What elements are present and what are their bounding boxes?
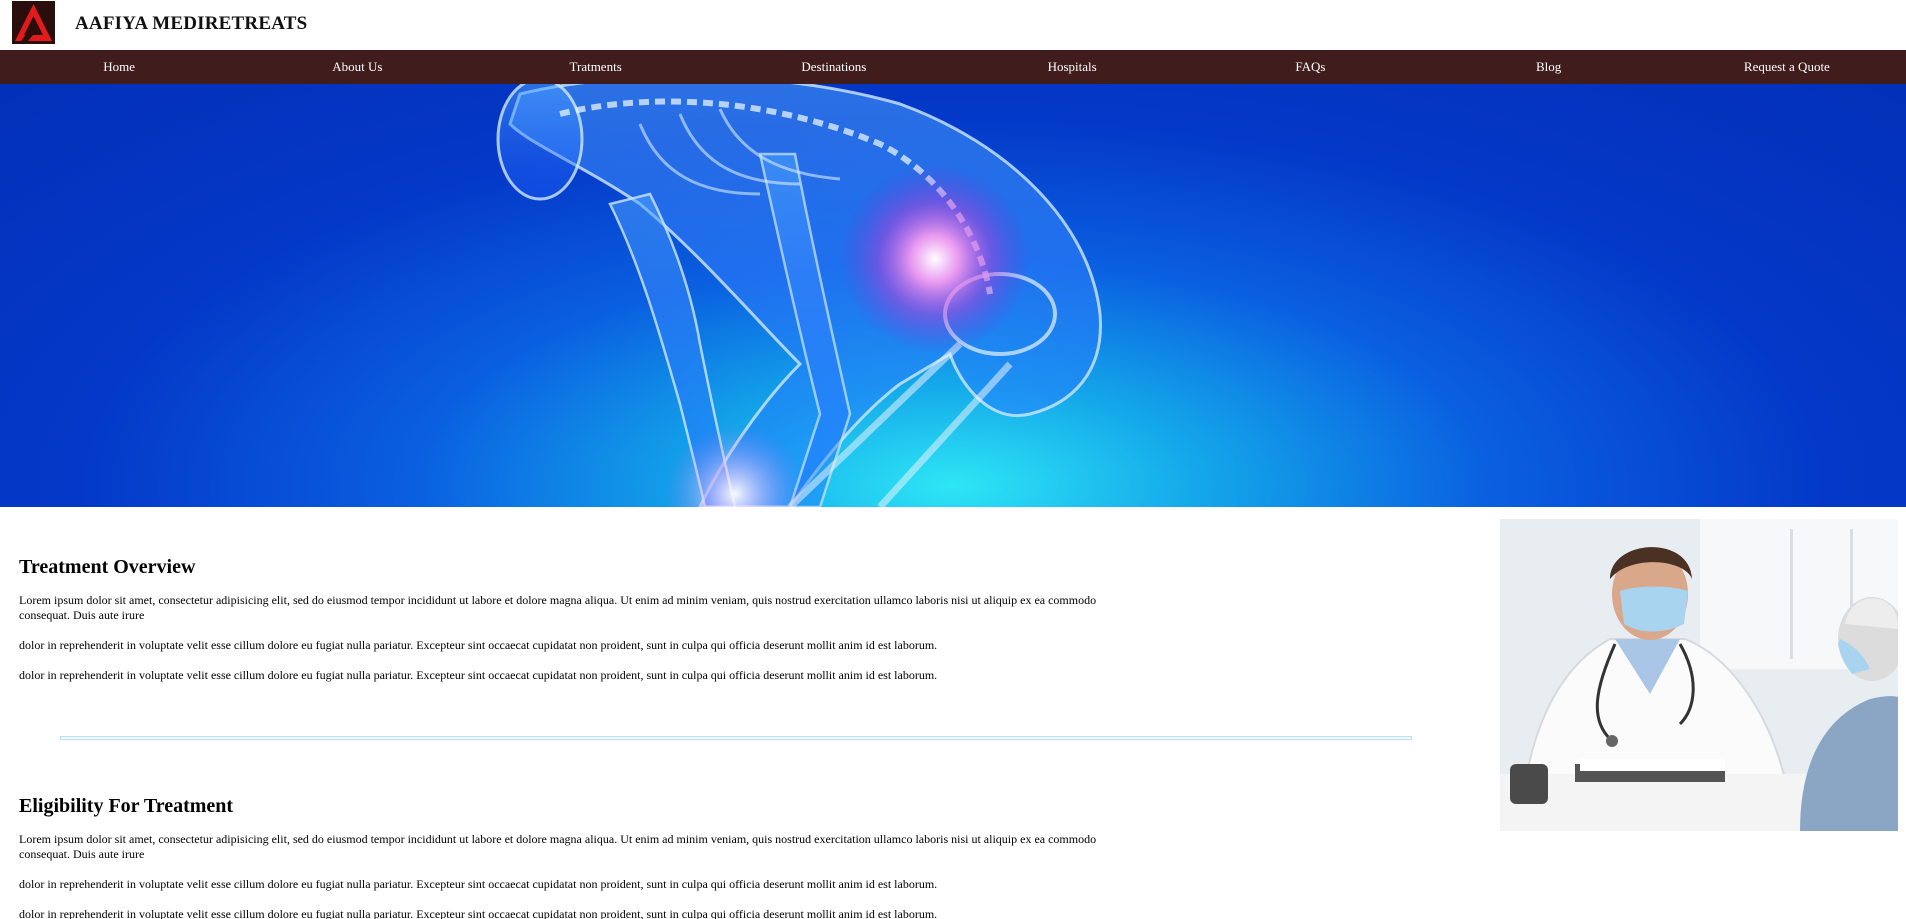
nav-item-about-us[interactable]: About Us [238, 50, 476, 84]
doctor-consultation-image [1500, 519, 1898, 831]
nav-item-destinations[interactable]: Destinations [715, 50, 953, 84]
nav-item-hospitals[interactable]: Hospitals [953, 50, 1191, 84]
nav-item-blog[interactable]: Blog [1430, 50, 1668, 84]
section-title: Treatment Overview [19, 556, 196, 578]
triangle-logo-icon[interactable] [12, 1, 55, 44]
eligibility-section: Eligibility For Treatment Lorem ipsum do… [19, 795, 1119, 919]
section-paragraph: dolor in reprehenderit in voluptate veli… [19, 877, 938, 891]
section-paragraph: dolor in reprehenderit in voluptate veli… [19, 668, 938, 682]
section-title: Eligibility For Treatment [19, 795, 234, 817]
treatment-overview-section: Treatment Overview Lorem ipsum dolor sit… [19, 556, 1119, 698]
nav-item-faqs[interactable]: FAQs [1191, 50, 1429, 84]
nav-item-request-quote[interactable]: Request a Quote [1668, 50, 1906, 84]
main-content: Treatment Overview Lorem ipsum dolor sit… [0, 507, 1906, 919]
section-paragraph: Lorem ipsum dolor sit amet, consectetur … [19, 832, 1097, 861]
main-nav: Home About Us Tratments Destinations Hos… [0, 50, 1906, 84]
nav-item-home[interactable]: Home [0, 50, 238, 84]
xray-body-illustration [496, 84, 1102, 507]
section-divider [60, 736, 1412, 740]
section-paragraph: dolor in reprehenderit in voluptate veli… [19, 907, 938, 919]
section-paragraph: dolor in reprehenderit in voluptate veli… [19, 638, 938, 652]
nav-item-treatments[interactable]: Tratments [477, 50, 715, 84]
section-paragraph: Lorem ipsum dolor sit amet, consectetur … [19, 593, 1097, 622]
hero-banner [0, 84, 1906, 507]
site-name[interactable]: AAFIYA MEDIRETREATS [75, 13, 307, 35]
site-header: AAFIYA MEDIRETREATS [0, 0, 1906, 50]
